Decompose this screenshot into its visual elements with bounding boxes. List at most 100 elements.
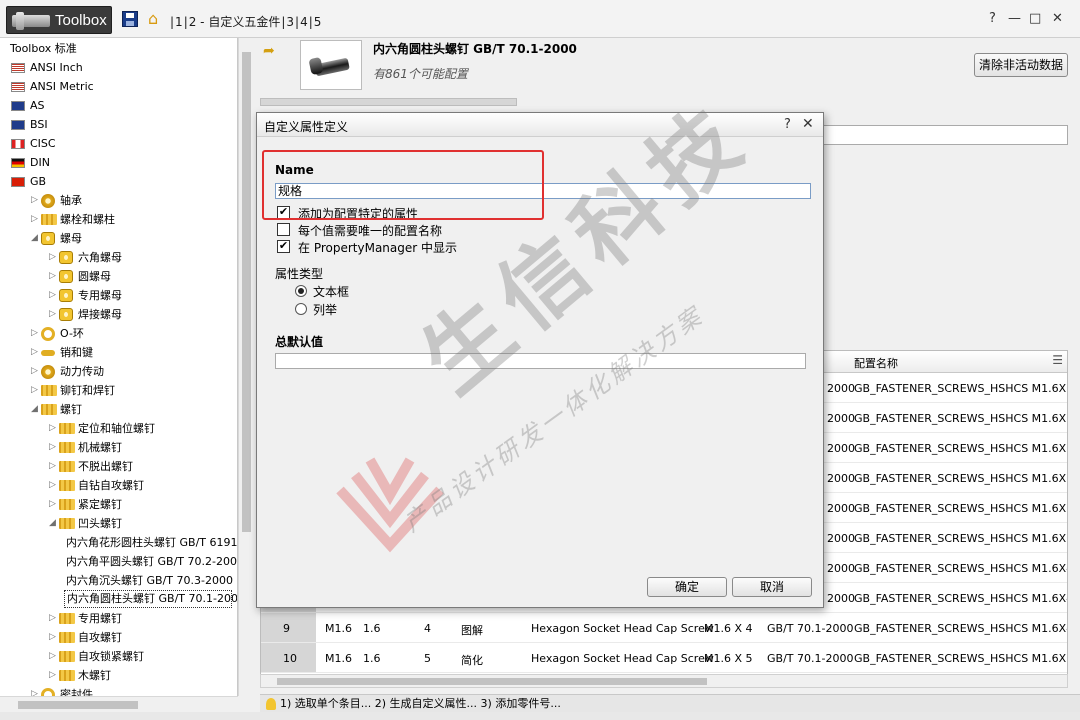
expand-arrow-icon[interactable]: ▷ — [48, 438, 57, 457]
name-input[interactable]: 规格 — [275, 183, 811, 199]
tree-item[interactable]: ◢ 凹头螺钉 — [0, 514, 237, 533]
expand-arrow-icon[interactable]: ▷ — [48, 419, 57, 438]
tree-item[interactable]: ANSI Inch — [0, 58, 237, 77]
tree-horizontal-scrollbar[interactable] — [0, 696, 238, 712]
expand-arrow-icon[interactable]: ▷ — [48, 628, 57, 647]
expand-arrow-icon[interactable]: ▷ — [48, 647, 57, 666]
expand-arrow-icon[interactable]: ▷ — [30, 210, 39, 229]
ok-button[interactable]: 确定 — [647, 577, 727, 597]
expand-arrow-icon[interactable]: ▷ — [48, 609, 57, 628]
expand-arrow-icon[interactable]: ▷ — [48, 286, 57, 305]
tree-item[interactable]: ▷ 专用螺母 — [0, 286, 237, 305]
close-button[interactable]: ✕ — [1052, 11, 1063, 26]
tree-item[interactable]: 内六角圆柱头螺钉 GB/T 70.1-2000 — [64, 590, 237, 608]
expand-arrow-icon[interactable]: ▷ — [30, 191, 39, 210]
expand-arrow-icon[interactable]: ▷ — [48, 495, 57, 514]
tree-item[interactable]: AS — [0, 96, 237, 115]
expand-arrow-icon[interactable]: ▷ — [48, 267, 57, 286]
tree-item[interactable]: ▷ 机械螺钉 — [0, 438, 237, 457]
radio-enumerate[interactable] — [295, 303, 307, 315]
expand-arrow-icon[interactable]: ▷ — [48, 305, 57, 324]
crumb-3[interactable]: 3 — [286, 15, 294, 29]
tree-item[interactable]: ▷ 铆钉和焊钉 — [0, 381, 237, 400]
tree-item[interactable]: ▷ 自攻锁紧螺钉 — [0, 647, 237, 666]
tree-scroll-thumb[interactable] — [242, 52, 251, 532]
crumb-5[interactable]: 5 — [314, 15, 322, 29]
tree-item[interactable]: ▷ 紧定螺钉 — [0, 495, 237, 514]
tree-item[interactable]: ◢ 螺钉 — [0, 400, 237, 419]
clear-inactive-data-button[interactable]: 清除非活动数据 — [974, 53, 1068, 77]
tree-item[interactable]: BSI — [0, 115, 237, 134]
checkbox-config-specific[interactable]: ✔ — [277, 206, 290, 219]
tree-item[interactable]: CISC — [0, 134, 237, 153]
tree-item[interactable]: ▷ 圆螺母 — [0, 267, 237, 286]
crumb-2[interactable]: 2 - 自定义五金件 — [189, 15, 281, 29]
crumb-1[interactable]: 1 — [175, 15, 183, 29]
tree-vertical-scrollbar[interactable] — [238, 38, 254, 696]
cancel-button[interactable]: 取消 — [732, 577, 812, 597]
crumb-4[interactable]: 4 — [300, 15, 308, 29]
expand-arrow-icon[interactable]: ▷ — [30, 381, 39, 400]
toolbox-tab[interactable]: Toolbox — [6, 6, 112, 34]
tree-item[interactable]: ▷ O-环 — [0, 324, 237, 343]
tree-item[interactable]: ▷ 动力传动 — [0, 362, 237, 381]
column-header-config-name[interactable]: 配置名称 — [854, 355, 898, 371]
expand-arrow-icon[interactable]: ▷ — [30, 343, 39, 362]
save-icon[interactable] — [122, 11, 138, 27]
tree-item[interactable]: ▷ 六角螺母 — [0, 248, 237, 267]
tree-item[interactable]: ▷ 自钻自攻螺钉 — [0, 476, 237, 495]
expand-arrow-icon[interactable]: ▷ — [30, 685, 39, 696]
table-cell: GB_FASTENER_SCREWS_HSHCS M1.6X4- — [854, 592, 1068, 605]
tree-item[interactable]: ▷ 轴承 — [0, 191, 237, 210]
tree-item[interactable]: 内六角花形圆柱头螺钉 GB/T 6191- — [0, 533, 237, 552]
collapse-arrow-icon[interactable]: ◢ — [30, 400, 39, 419]
dialog-help-icon[interactable]: ? — [784, 117, 791, 132]
radio-textbox[interactable] — [295, 285, 307, 297]
tree-item[interactable]: ▷ 销和键 — [0, 343, 237, 362]
tree-item[interactable]: 内六角沉头螺钉 GB/T 70.3-2000 — [0, 571, 237, 590]
bearing-icon — [41, 194, 55, 208]
tree-item[interactable]: ▷ 焊接螺母 — [0, 305, 237, 324]
tree-item[interactable]: ▷ 不脱出螺钉 — [0, 457, 237, 476]
tree-item[interactable]: ▷ 定位和轴位螺钉 — [0, 419, 237, 438]
table-hscroll-thumb[interactable] — [277, 678, 707, 685]
tree-item[interactable]: 内六角平圆头螺钉 GB/T 70.2-2000 — [0, 552, 237, 571]
tree-hscroll-thumb[interactable] — [18, 701, 138, 709]
tree-item[interactable]: ▷ 木螺钉 — [0, 666, 237, 685]
tree-item[interactable]: ▷ 自攻螺钉 — [0, 628, 237, 647]
expand-arrow-icon[interactable]: ▷ — [48, 457, 57, 476]
tree-item[interactable]: ▷ 专用螺钉 — [0, 609, 237, 628]
checkbox-unique-config-name-label: 每个值需要唯一的配置名称 — [298, 224, 443, 238]
dialog-close-icon[interactable]: ✕ — [802, 116, 814, 132]
table-row[interactable]: 9 M1.6 1.6 4 图解 Hexagon Socket Head Cap Screw… — [261, 613, 1067, 643]
table-row[interactable]: 10 M1.6 1.6 5 简化 Hexagon Socket Head Cap Scre… — [261, 643, 1067, 673]
restore-button[interactable]: □ — [1029, 11, 1041, 26]
checkbox-unique-config-name[interactable] — [277, 223, 290, 236]
tree-item[interactable]: ▷ 螺栓和螺柱 — [0, 210, 237, 229]
expand-arrow-icon[interactable]: ▷ — [30, 324, 39, 343]
collapse-arrow-icon[interactable]: ◢ — [30, 229, 39, 248]
collapse-arrow-icon[interactable]: ◢ — [48, 514, 57, 533]
tree-item-label: 螺钉 — [60, 403, 82, 416]
tree-item[interactable]: ANSI Metric — [0, 77, 237, 96]
tree-item[interactable]: DIN — [0, 153, 237, 172]
home-icon[interactable]: ⌂ — [148, 9, 168, 28]
column-settings-icon[interactable]: ☰ — [1052, 353, 1063, 367]
tree-item-label: 机械螺钉 — [78, 441, 122, 454]
tree-item[interactable]: ▷ 密封件 — [0, 685, 237, 696]
checkbox-show-in-propertymanager[interactable]: ✔ — [277, 240, 290, 253]
default-value-input[interactable] — [275, 353, 806, 369]
expand-arrow-icon[interactable]: ▷ — [30, 362, 39, 381]
table-horizontal-scrollbar[interactable] — [260, 674, 1068, 688]
back-arrow-icon[interactable]: ➦ — [263, 43, 275, 59]
property-tab-strip[interactable] — [260, 98, 517, 106]
expand-arrow-icon[interactable]: ▷ — [48, 248, 57, 267]
tree-item[interactable]: ◢ 螺母 — [0, 229, 237, 248]
property-input[interactable] — [823, 125, 1068, 145]
tree-item[interactable]: GB — [0, 172, 237, 191]
default-value-label: 总默认值 — [275, 335, 324, 349]
help-icon[interactable]: ? — [989, 11, 996, 26]
expand-arrow-icon[interactable]: ▷ — [48, 476, 57, 495]
minimize-button[interactable]: — — [1008, 11, 1021, 26]
expand-arrow-icon[interactable]: ▷ — [48, 666, 57, 685]
